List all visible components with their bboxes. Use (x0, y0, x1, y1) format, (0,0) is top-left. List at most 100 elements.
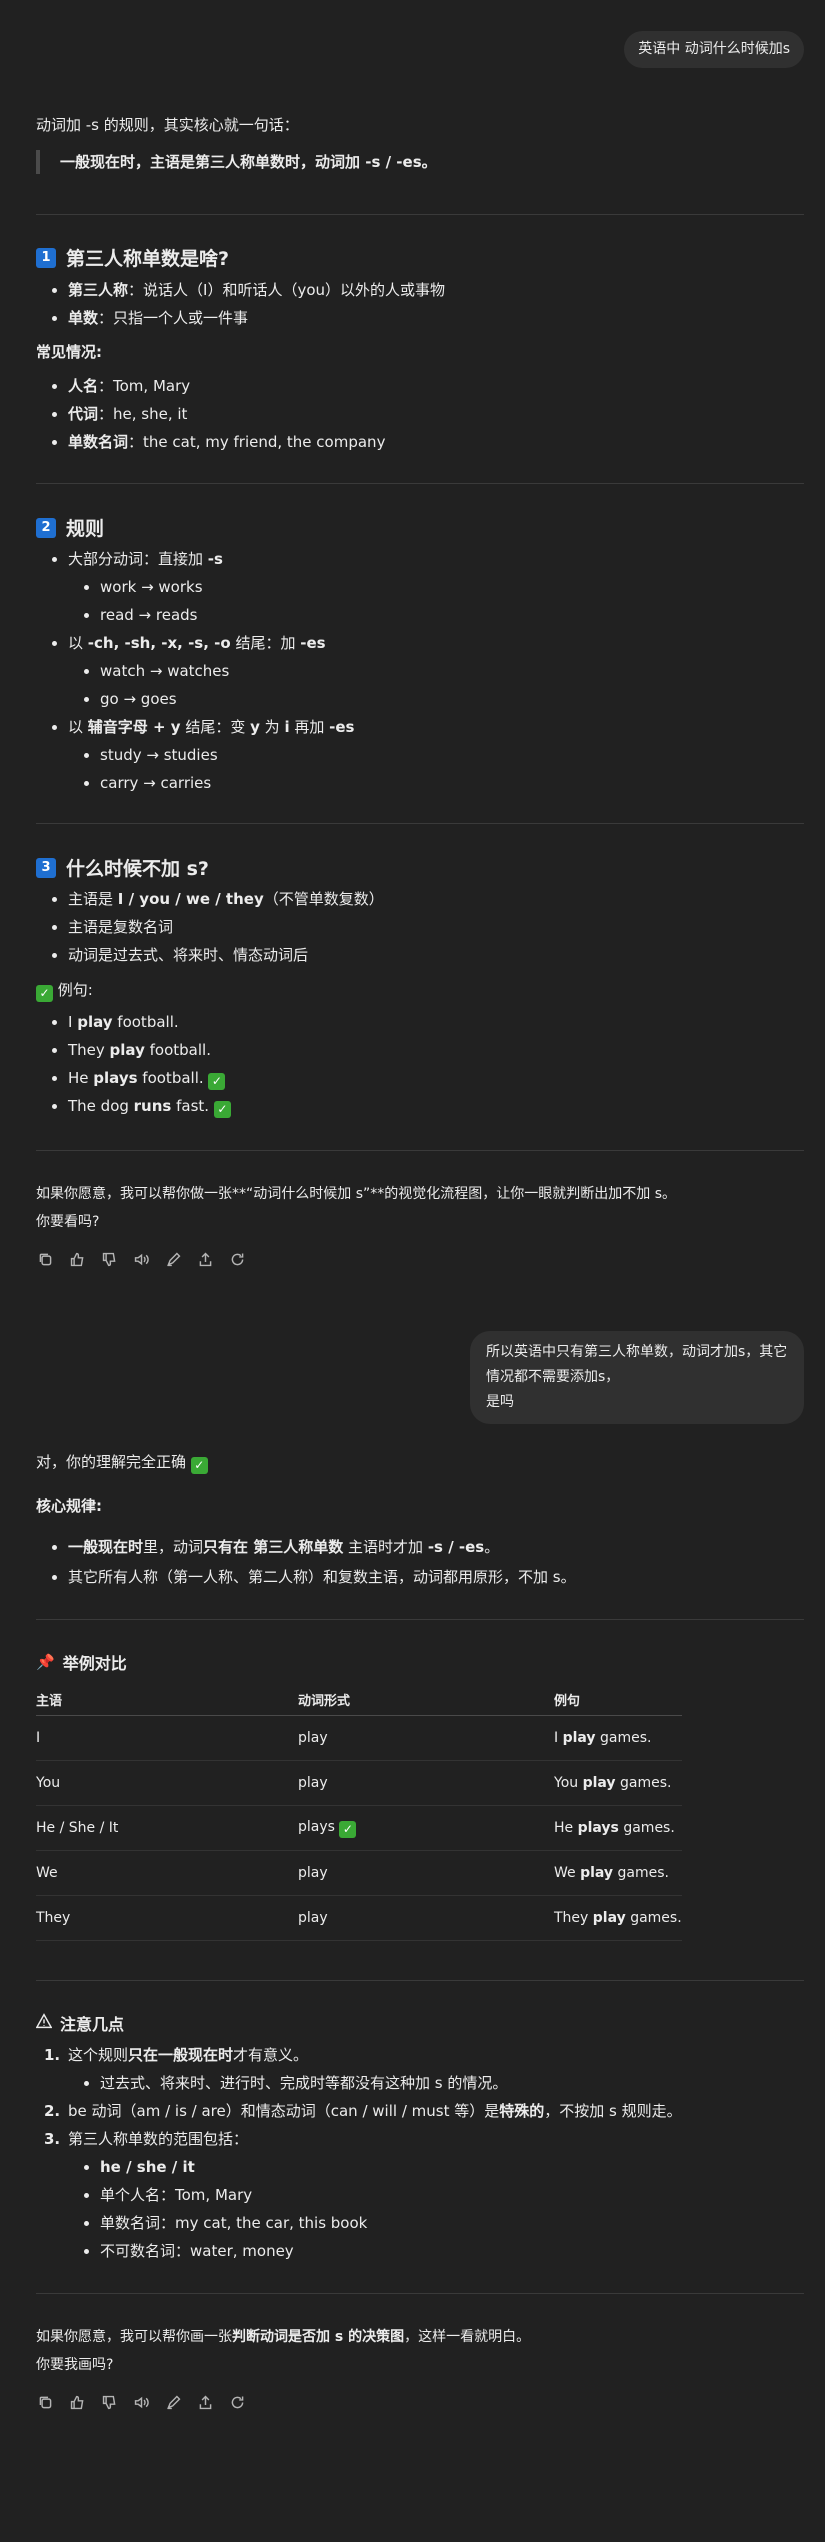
section-heading-3: 3 什么时候不加 s? (36, 854, 209, 881)
example-cell: You play games. (554, 1760, 682, 1806)
ordered-item: 2. be 动词（am / is / are）和情态动词（can / will /… (44, 2102, 682, 2120)
subject-cell: He / She / It (36, 1805, 298, 1851)
check-icon: ✓ (208, 1073, 226, 1090)
list-item: 主语是 I / you / we / they（不管单数复数） (52, 887, 384, 911)
thumbs-up-icon[interactable] (68, 1250, 86, 1268)
check-icon: ✓ (339, 1820, 357, 1838)
edit-icon[interactable] (164, 1250, 182, 1268)
subject-cell: I (36, 1715, 298, 1761)
outro-question: 你要看吗? (36, 1214, 100, 1230)
table-row: They play They play games. (36, 1895, 682, 1941)
message-actions (36, 1250, 246, 1268)
table-row: He / She / It plays ✓ He plays games. (36, 1805, 682, 1851)
user-message-text: 英语中 动词什么时候加s (638, 41, 790, 57)
list-item: 单数名词：the cat, my friend, the company (51, 430, 385, 454)
share-icon[interactable] (196, 2393, 214, 2411)
message-actions (36, 2393, 246, 2411)
outro-text: 如果你愿意，我可以帮你画一张判断动词是否加 s 的决策图，这样一看就明白。 (36, 2329, 531, 2345)
example-cell: We play games. (554, 1850, 682, 1896)
list-item: 第三人称：说话人（I）和听话人（you）以外的人或事物 (51, 278, 445, 302)
table-header-row: 主语 动词形式 例句 (36, 1684, 682, 1716)
reply-text: 对，你的理解完全正确 ✓ (36, 1450, 804, 1474)
notes-heading: 注意几点 (35, 2011, 124, 2035)
list-item: I play football. (52, 1010, 179, 1034)
subject-cell: You (36, 1760, 298, 1806)
list-item: 以 -ch, -sh, -x, -s, -o 结尾：加 -es (52, 631, 326, 655)
list-item: 以 辅音字母 + y 结尾：变 y 为 i 再加 -es (51, 715, 354, 739)
divider (36, 1150, 804, 1151)
quote-text: 一般现在时，主语是第三人称单数时，动词加 -s / -es。 (60, 153, 437, 171)
speaker-icon[interactable] (132, 2393, 150, 2411)
list-item: 其它所有人称（第一人称、第二人称）和复数主语，动词都用原形，不加 s。 (52, 1565, 576, 1589)
copy-icon[interactable] (36, 2393, 54, 2411)
table-row: We play We play games. (36, 1850, 682, 1896)
ordered-item: 1. 这个规则只在一般现在时才有意义。 (44, 2046, 309, 2064)
core-label: 核心规律: (36, 1497, 102, 1515)
table-row: I play I play games. (36, 1715, 682, 1761)
verb-cell: plays ✓ (298, 1805, 554, 1851)
outro-question: 你要我画吗? (36, 2357, 114, 2373)
check-icon: ✓ (190, 1457, 208, 1474)
example-cell: I play games. (554, 1715, 682, 1761)
list-item: read → reads (83, 603, 197, 627)
example-cell: They play games. (554, 1895, 682, 1941)
user-message-text: 所以英语中只有第三人称单数，动词才加s，其它情况都不需要添加s， (486, 1344, 788, 1385)
speaker-icon[interactable] (132, 1250, 150, 1268)
divider (36, 1980, 804, 1981)
divider (36, 823, 804, 824)
list-item: 单数：只指一个人或一件事 (51, 306, 248, 330)
ordered-item: 3. 第三人称单数的范围包括： (44, 2130, 249, 2148)
intro-text: 动词加 -s 的规则，其实核心就一句话： (36, 116, 299, 134)
list-item: 大部分动词：直接加 -s (52, 547, 223, 571)
thumbs-down-icon[interactable] (100, 1250, 118, 1268)
comparison-table: 主语 动词形式 例句 I play I play games. You play… (36, 1684, 682, 1941)
table-row: You play You play games. (36, 1760, 682, 1806)
table-header: 例句 (554, 1684, 682, 1716)
list-item: 人名：Tom, Mary (51, 374, 190, 398)
verb-cell: play (298, 1850, 554, 1896)
thumbs-down-icon[interactable] (100, 2393, 118, 2411)
section-title: 什么时候不加 s? (66, 858, 209, 880)
verb-cell: play (298, 1715, 554, 1761)
check-icon: ✓ (213, 1101, 231, 1118)
list-item: 代词：he, she, it (51, 402, 187, 426)
copy-icon[interactable] (36, 1250, 54, 1268)
divider (36, 214, 804, 215)
number-3-icon: 3 (36, 857, 56, 878)
user-message-text: 是吗 (486, 1394, 514, 1410)
number-2-icon: 2 (36, 517, 56, 538)
subject-cell: We (36, 1850, 298, 1896)
section-heading-2: 2 规则 (36, 514, 104, 541)
section-title: 规则 (66, 518, 105, 540)
list-item: The dog runs fast. ✓ (52, 1094, 231, 1118)
list-item: He plays football. ✓ (51, 1066, 226, 1090)
subject-cell: They (36, 1895, 298, 1941)
section-title: 第三人称单数是啥? (66, 248, 230, 270)
list-item: study → studies (84, 743, 218, 767)
user-message: 英语中 动词什么时候加s (624, 31, 804, 68)
compare-heading: 📌 举例对比 (36, 1653, 127, 1673)
table-header: 主语 (36, 1684, 298, 1716)
section-heading-1: 1 第三人称单数是啥? (36, 244, 229, 271)
list-item: 单个人名：Tom, Mary (83, 2183, 252, 2207)
list-item: go → goes (84, 687, 177, 711)
edit-icon[interactable] (164, 2393, 182, 2411)
thumbs-up-icon[interactable] (68, 2393, 86, 2411)
verb-cell: play (298, 1760, 554, 1806)
pushpin-icon: 📌 (36, 1653, 55, 1671)
list-item: 过去式、将来时、进行时、完成时等都没有这种加 s 的情况。 (83, 2071, 507, 2095)
list-item: 一般现在时里，动词只有在 第三人称单数 主语时才加 -s / -es。 (51, 1535, 499, 1559)
number-1-icon: 1 (36, 247, 56, 268)
list-item: 不可数名词：water, money (84, 2239, 294, 2263)
regenerate-icon[interactable] (228, 2393, 246, 2411)
list-item: he / she / it (84, 2155, 195, 2179)
divider (36, 483, 804, 484)
warning-icon (35, 2013, 53, 2033)
divider (36, 1619, 804, 1620)
divider (36, 2293, 804, 2294)
regenerate-icon[interactable] (228, 1250, 246, 1268)
verb-cell: play (298, 1895, 554, 1941)
example-cell: He plays games. (554, 1805, 682, 1851)
user-message: 所以英语中只有第三人称单数，动词才加s，其它情况都不需要添加s， 是吗 (470, 1331, 804, 1424)
share-icon[interactable] (196, 1250, 214, 1268)
